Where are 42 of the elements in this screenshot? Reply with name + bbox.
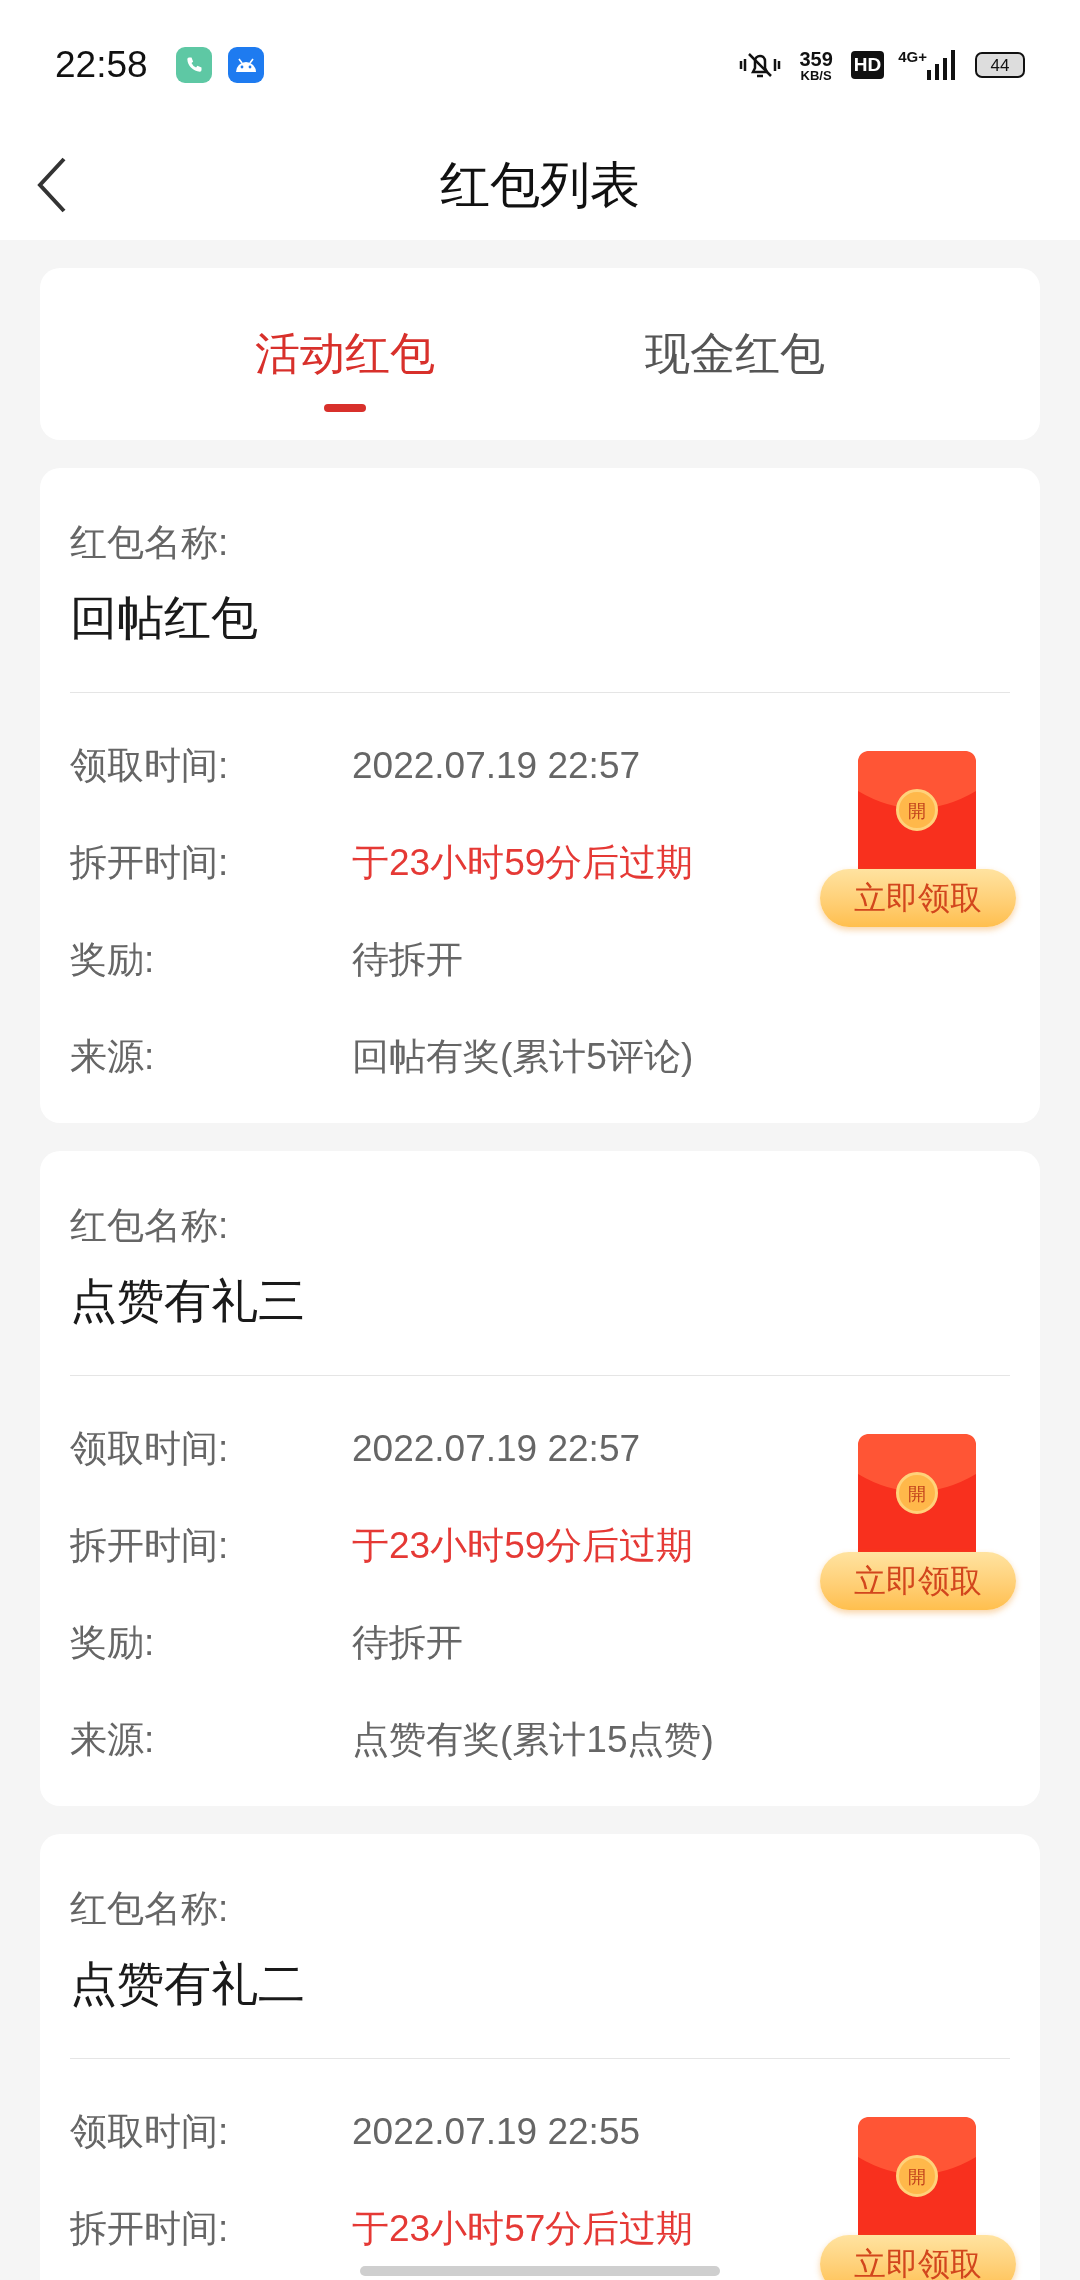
row-value: 待拆开 [352, 937, 463, 982]
claim-button[interactable]: 立即领取 [820, 2235, 1016, 2280]
row-value: 于23小时59分后过期 [352, 840, 694, 885]
name-label: 红包名称: [70, 1204, 230, 1248]
page-title: 红包列表 [440, 155, 640, 215]
row-label: 来源: [70, 1034, 156, 1079]
envelope-name: 点赞有礼三 [70, 1273, 306, 1329]
row-value: 2022.07.19 22:57 [352, 1426, 641, 1471]
row-value: 点赞有奖(累计15点赞) [352, 1717, 714, 1762]
name-label: 红包名称: [70, 1887, 230, 1931]
row-label: 奖励: [70, 1620, 156, 1665]
network-type: 4G+ [898, 47, 927, 67]
row-label: 领取时间: [70, 743, 230, 788]
row-label: 拆开时间: [70, 1523, 230, 1568]
row-value: 于23小时59分后过期 [352, 1523, 694, 1568]
row-value: 待拆开 [352, 1620, 463, 1665]
network-speed: 359 [799, 48, 833, 69]
android-app-icon [227, 47, 264, 83]
status-time: 22:58 [55, 43, 148, 88]
back-icon[interactable] [36, 157, 68, 213]
row-label: 来源: [70, 1717, 156, 1762]
signal-icon [927, 50, 957, 80]
envelope-name: 点赞有礼二 [70, 1956, 306, 2012]
row-label: 拆开时间: [70, 2206, 230, 2251]
phone-app-icon [175, 47, 212, 83]
row-value: 2022.07.19 22:57 [352, 743, 641, 788]
name-label: 红包名称: [70, 521, 230, 565]
row-label: 奖励: [70, 937, 156, 982]
hd-badge: HD [850, 51, 885, 79]
battery-icon: 44 [975, 52, 1025, 78]
row-label: 领取时间: [70, 2109, 230, 2154]
tab[interactable]: 现金红包 [645, 268, 825, 440]
row-value: 于23小时57分后过期 [352, 2206, 694, 2251]
tab[interactable]: 活动红包 [255, 268, 435, 440]
envelope-name: 回帖红包 [70, 590, 259, 646]
claim-button[interactable]: 立即领取 [820, 869, 1016, 927]
row-label: 领取时间: [70, 1426, 230, 1471]
row-value: 2022.07.19 22:55 [352, 2109, 641, 2154]
speed-unit: KB/S [800, 68, 832, 82]
row-value: 回帖有奖(累计5评论) [352, 1034, 694, 1079]
row-label: 拆开时间: [70, 840, 230, 885]
claim-button[interactable]: 立即领取 [820, 1552, 1016, 1610]
